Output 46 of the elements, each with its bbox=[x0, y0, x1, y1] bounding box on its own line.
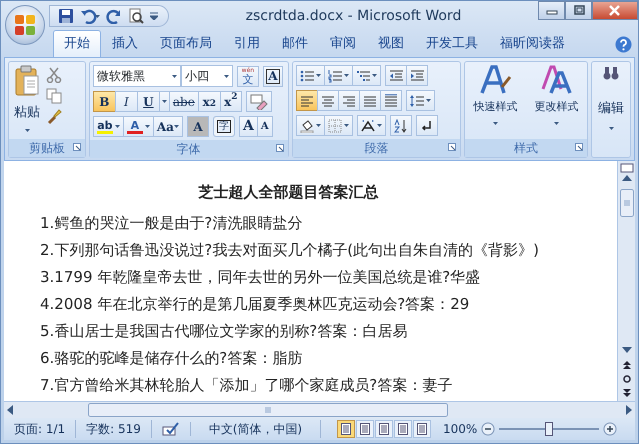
change-case-button[interactable]: Aa bbox=[152, 116, 183, 137]
document-line: 3.1799 年乾隆皇帝去世，同年去世的另外一位美国总统是谁?华盛 bbox=[40, 266, 482, 288]
document-line: 7.官方曾给米其林轮胎人「添加」了哪个家庭成员?答案：妻子 bbox=[40, 374, 454, 396]
character-shading-button[interactable]: A bbox=[186, 116, 209, 137]
zoom-level[interactable]: 100% bbox=[438, 420, 482, 438]
font-size-dropdown[interactable]: 小四 bbox=[180, 65, 233, 87]
ribbon-tab[interactable]: 引用 bbox=[223, 30, 271, 57]
font-color-button[interactable]: A bbox=[122, 116, 153, 137]
format-button[interactable]: x$^{2}$ bbox=[220, 91, 242, 112]
ribbon-tab[interactable]: 邮件 bbox=[271, 30, 319, 57]
group-label: 剪贴板 bbox=[28, 140, 65, 157]
editing-button[interactable]: 编辑 bbox=[596, 65, 626, 154]
font-name-dropdown[interactable]: 微软雅黑 bbox=[92, 65, 181, 87]
document-line: 1.鳄鱼的哭泣一般是由于?清洗眼睛盐分 bbox=[40, 212, 304, 234]
paste-button[interactable]: 粘贴 bbox=[12, 65, 42, 136]
window-title: zscrdtda.docx - Microsoft Word bbox=[244, 6, 462, 26]
ribbon-tab[interactable]: 视图 bbox=[367, 30, 415, 57]
document-line: 6.骆驼的驼峰是储存什么的?答案：脂肪 bbox=[40, 348, 304, 368]
document-line: 4.2008 年在北京举行的是第几届夏季奥林匹克运动会?答案：29 bbox=[40, 294, 470, 314]
highlight-button[interactable]: ab bbox=[92, 116, 123, 137]
group-label: 段落 bbox=[364, 140, 388, 157]
group-label: 样式 bbox=[514, 140, 538, 157]
format-button[interactable]: B bbox=[92, 91, 115, 112]
page-count: 页面: 1/1 bbox=[4, 420, 76, 438]
enclose-characters-button[interactable]: 字 bbox=[212, 116, 235, 137]
ribbon-tab[interactable]: 页面布局 bbox=[149, 30, 223, 57]
word-count: 字数: 519 bbox=[76, 420, 152, 438]
format-button[interactable]: abe bbox=[168, 91, 198, 112]
format-button[interactable]: x$_{2}$ bbox=[198, 91, 220, 112]
ribbon-tab[interactable]: 审阅 bbox=[319, 30, 367, 57]
format-button[interactable]: U bbox=[136, 91, 159, 112]
ribbon-tab[interactable]: 插入 bbox=[101, 30, 149, 57]
format-button[interactable]: I bbox=[114, 91, 137, 112]
styles-button[interactable]: 更改样式 bbox=[532, 65, 581, 136]
character-border-button[interactable]: A bbox=[262, 66, 283, 86]
grow-font-button[interactable]: A bbox=[238, 116, 257, 137]
language-status[interactable]: 中文(简体，中国) bbox=[190, 420, 321, 438]
styles-button[interactable]: 快速样式 bbox=[472, 65, 520, 136]
ribbon-tab[interactable]: 开始 bbox=[53, 30, 101, 57]
document-line: 2.下列那句话鲁迅没说过?我去对面买几个橘子(此句出自朱自清的《背影》) bbox=[40, 240, 540, 260]
document-title: 芝士超人全部题目答案汇总 bbox=[197, 182, 380, 203]
shrink-font-button[interactable]: A bbox=[256, 116, 273, 137]
ribbon-tab[interactable]: 福昕阅读器 bbox=[489, 30, 576, 57]
group-label: 字体 bbox=[176, 141, 201, 158]
document-line: 5.香山居士是我国古代哪位文学家的别称?答案：白居易 bbox=[40, 320, 408, 342]
ribbon-tab[interactable]: 开发工具 bbox=[415, 30, 489, 57]
